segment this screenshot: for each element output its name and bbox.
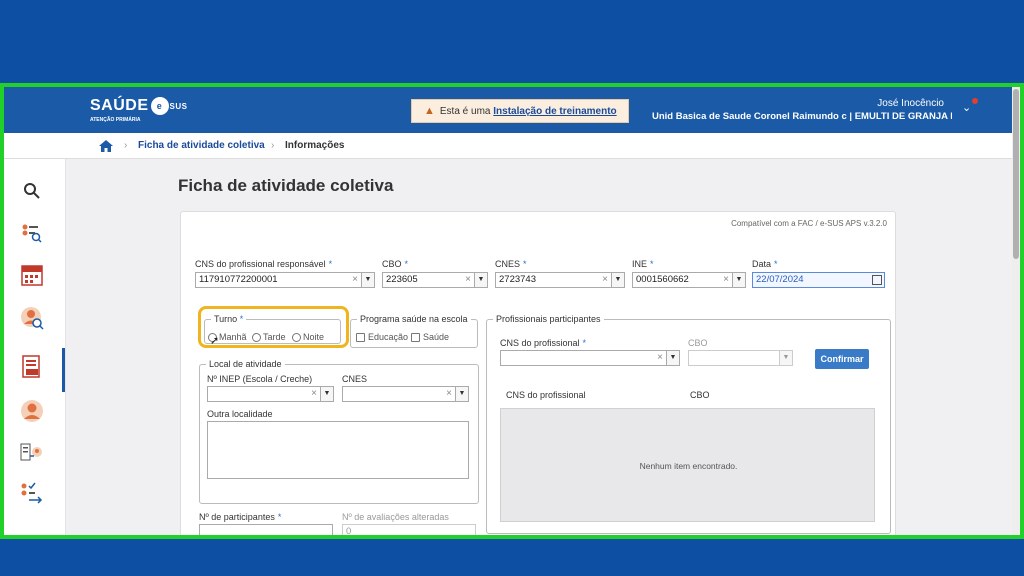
outra-localidade-textarea[interactable]: [207, 421, 469, 479]
unit-name[interactable]: Unid Basica de Saude Coronel Raimundo c …: [652, 111, 952, 122]
profissionais-legend: Profissionais participantes: [496, 314, 601, 324]
checkbox-saude[interactable]: Saúde: [411, 332, 449, 343]
breadcrumb: › Ficha de atividade coletiva › Informaç…: [4, 133, 1020, 159]
page-title: Ficha de atividade coletiva: [178, 176, 394, 195]
cbo-label: CBO *: [382, 259, 409, 269]
clear-icon[interactable]: ×: [446, 387, 452, 401]
chevron-down-icon[interactable]: ▼: [732, 273, 745, 287]
inep-label: Nº INEP (Escola / Creche): [207, 374, 313, 384]
training-link[interactable]: Instalação de treinamento: [493, 106, 616, 117]
chevron-down-icon[interactable]: ▼: [455, 387, 468, 401]
logo-subtitle: ATENÇÃO PRIMÁRIA: [90, 117, 141, 123]
data-label: Data *: [752, 259, 778, 269]
chevron-right-icon: ›: [124, 140, 128, 151]
col-cns-header[interactable]: CNS do profissional: [506, 390, 586, 400]
local-legend: Local de atividade: [209, 359, 282, 369]
cbo-field[interactable]: 223605 × ▼: [382, 272, 488, 288]
professionals-table: Nenhum item encontrado.: [500, 408, 875, 522]
calendar-icon[interactable]: [872, 275, 882, 285]
avaliacoes-label: Nº de avaliações alteradas: [342, 512, 449, 522]
pse-legend: Programa saúde na escola: [360, 314, 468, 324]
local-cnes-label: CNES: [342, 374, 368, 384]
clear-icon[interactable]: ×: [657, 351, 663, 365]
home-icon[interactable]: [98, 139, 114, 153]
compat-note: Compatível com a FAC / e-SUS APS v.3.2.0: [731, 219, 887, 228]
cns-field[interactable]: 117910772200001 × ▼: [195, 272, 375, 288]
chevron-down-icon[interactable]: ▼: [320, 387, 333, 401]
user-name[interactable]: José Inocêncio: [724, 98, 944, 109]
date-field[interactable]: 22/07/2024: [752, 272, 885, 288]
header-bar: SAÚDE e SUS ATENÇÃO PRIMÁRIA ▲ Esta é uma I…: [4, 87, 1020, 133]
chevron-down-icon[interactable]: ▼: [474, 273, 487, 287]
active-indicator: [62, 348, 65, 392]
ine-label: INE *: [632, 259, 654, 269]
clear-icon[interactable]: ×: [352, 273, 358, 287]
prof-cns-field[interactable]: × ▼: [500, 350, 680, 366]
local-cnes-field[interactable]: × ▼: [342, 386, 469, 402]
pse-group: Programa saúde na escola: [350, 314, 478, 348]
turno-highlight: [198, 306, 349, 348]
clear-icon[interactable]: ×: [465, 273, 471, 287]
scrollbar-thumb[interactable]: [1013, 89, 1019, 259]
notification-dot: [972, 98, 978, 104]
scrollbar[interactable]: [1012, 87, 1020, 535]
user-search-icon[interactable]: [18, 304, 46, 332]
app-window: SAÚDE e SUS ATENÇÃO PRIMÁRIA ▲ Esta é uma I…: [0, 83, 1024, 539]
calendar-icon[interactable]: [18, 261, 46, 289]
sidebar: [4, 159, 66, 535]
chevron-down-icon[interactable]: ⌄: [962, 101, 971, 114]
prof-cbo-field: ▼: [688, 350, 793, 366]
chevron-down-icon[interactable]: ▼: [666, 351, 679, 365]
avaliacoes-field: 0: [342, 524, 476, 535]
prof-cns-label: CNS do profissional *: [500, 338, 587, 348]
checkbox-educacao[interactable]: Educação: [356, 332, 408, 343]
cnes-label: CNES *: [495, 259, 527, 269]
confirm-button[interactable]: Confirmar: [815, 349, 869, 369]
ine-field[interactable]: 0001560662 × ▼: [632, 272, 746, 288]
breadcrumb-item[interactable]: Ficha de atividade coletiva: [138, 140, 265, 151]
checklist-arrow-icon[interactable]: [18, 479, 46, 507]
list-search-icon[interactable]: [18, 219, 46, 247]
cns-label: CNS do profissional responsável *: [195, 259, 333, 269]
clear-icon[interactable]: ×: [602, 273, 608, 287]
logo-badge: e: [150, 97, 169, 115]
participantes-field[interactable]: [199, 524, 333, 535]
clear-icon[interactable]: ×: [723, 273, 729, 287]
chevron-down-icon: ▼: [779, 351, 792, 365]
chevron-down-icon[interactable]: ▼: [611, 273, 624, 287]
chevron-down-icon[interactable]: ▼: [361, 273, 374, 287]
warning-icon: ▲: [424, 105, 435, 117]
document-cds-icon[interactable]: [18, 353, 46, 381]
chevron-right-icon: ›: [271, 140, 275, 151]
logo: SAÚDE e SUS ATENÇÃO PRIMÁRIA: [90, 97, 188, 123]
breadcrumb-current: Informações: [285, 140, 345, 151]
cnes-field[interactable]: 2723743 × ▼: [495, 272, 625, 288]
transfer-icon[interactable]: [18, 439, 46, 467]
clear-icon[interactable]: ×: [311, 387, 317, 401]
person-icon[interactable]: [18, 397, 46, 425]
inep-field[interactable]: × ▼: [207, 386, 334, 402]
prof-cbo-label: CBO: [688, 338, 708, 348]
outra-label: Outra localidade: [207, 409, 273, 419]
empty-message: Nenhum item encontrado.: [639, 461, 738, 471]
col-cbo-header[interactable]: CBO: [690, 390, 710, 400]
search-icon[interactable]: [18, 177, 46, 205]
participantes-label: Nº de participantes *: [199, 512, 282, 522]
training-warning: ▲ Esta é uma Instalação de treinamento: [411, 99, 629, 123]
